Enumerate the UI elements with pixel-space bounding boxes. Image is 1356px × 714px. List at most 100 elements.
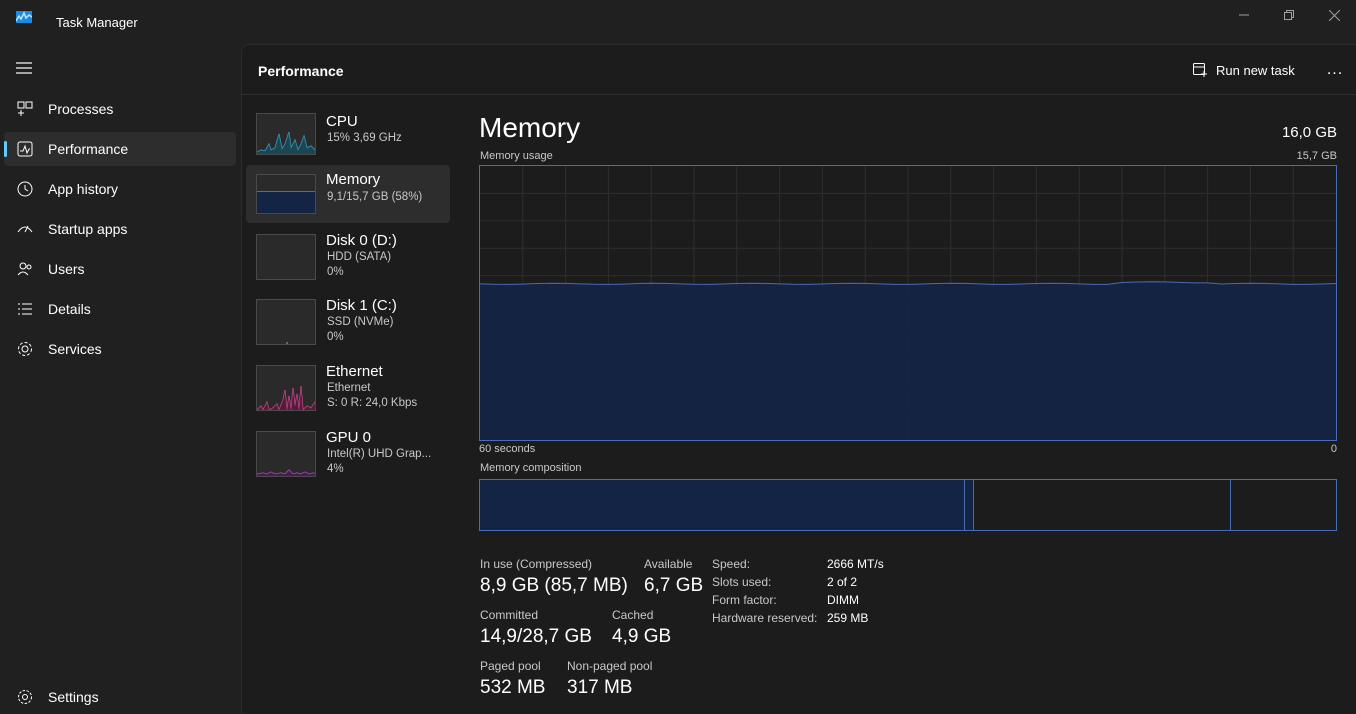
non-paged-pool-label: Non-paged pool [567, 659, 653, 673]
sidebar-item-label: App history [48, 181, 119, 197]
memory-total: 16,0 GB [1281, 124, 1337, 141]
device-item-disk-1[interactable]: Disk 1 (C:) SSD (NVMe) 0% [246, 292, 450, 348]
device-detail: HDD (SATA) [327, 251, 392, 263]
spec-form-factor-value: DIMM [827, 593, 859, 607]
performance-icon [17, 141, 33, 157]
sidebar-item-users[interactable]: Users [4, 252, 236, 286]
available-value: 6,7 GB [644, 575, 704, 596]
composition-modified [965, 480, 974, 530]
device-item-ethernet[interactable]: Ethernet Ethernet S: 0 R: 24,0 Kbps [246, 358, 450, 414]
run-task-icon [1193, 63, 1207, 77]
app-title: Task Manager [56, 15, 138, 30]
cached-label: Cached [612, 608, 654, 622]
sidebar-item-label: Performance [48, 141, 129, 157]
memory-composition-label: Memory composition [480, 462, 582, 474]
sidebar-item-label: Users [48, 261, 85, 277]
sidebar-item-label: Processes [48, 101, 114, 117]
main-panel: Performance Run new task ... CPU 15% 3,6… [241, 44, 1356, 713]
close-icon [1328, 9, 1340, 21]
memory-usage-label: Memory usage [480, 150, 553, 162]
device-usage: 4% [327, 463, 344, 475]
device-item-gpu-0[interactable]: GPU 0 Intel(R) UHD Grap... 4% [246, 424, 450, 480]
device-item-cpu[interactable]: CPU 15% 3,69 GHz [246, 106, 450, 162]
memory-thumbnail-graph [256, 174, 316, 214]
device-usage: S: 0 R: 24,0 Kbps [327, 397, 418, 409]
memory-usage-area [480, 281, 1336, 440]
restore-button[interactable] [1266, 0, 1312, 30]
close-button[interactable] [1311, 0, 1356, 30]
memory-title: Memory [479, 112, 581, 143]
startup-icon [17, 225, 33, 233]
performance-device-list: CPU 15% 3,69 GHz Memory 9,1/15,7 GB (58%… [242, 96, 457, 714]
sidebar-item-label: Settings [48, 689, 99, 705]
spec-hardware-reserved-label: Hardware reserved: [712, 611, 818, 625]
device-name: Disk 0 (D:) [326, 232, 397, 249]
memory-usage-graph-svg [480, 166, 1336, 440]
disk-1-thumbnail-graph [256, 299, 316, 345]
sidebar-item-startup-apps[interactable]: Startup apps [4, 212, 236, 246]
sidebar-item-processes[interactable]: Processes [4, 92, 236, 126]
device-item-disk-0[interactable]: Disk 0 (D:) HDD (SATA) 0% [246, 227, 450, 283]
details-icon [18, 303, 32, 315]
sidebar-item-services[interactable]: Services [4, 332, 236, 366]
restore-icon [1284, 10, 1294, 20]
processes-icon [17, 101, 33, 116]
services-icon [18, 342, 32, 356]
history-icon [17, 181, 33, 197]
spec-speed-value: 2666 MT/s [827, 557, 884, 571]
sidebar-item-settings[interactable]: Settings [4, 680, 236, 714]
composition-in-use [480, 480, 965, 530]
run-new-task-button[interactable]: Run new task [1192, 59, 1295, 81]
device-detail: 15% 3,69 GHz [327, 132, 402, 144]
paged-pool-value: 532 MB [480, 677, 546, 698]
spec-form-factor-label: Form factor: [712, 593, 777, 607]
memory-usage-max: 15,7 GB [1296, 150, 1337, 162]
device-usage: 0% [327, 266, 344, 278]
cached-value: 4,9 GB [612, 626, 672, 647]
device-detail: SSD (NVMe) [327, 316, 394, 328]
in-use-value: 8,9 GB (85,7 MB) [480, 575, 628, 596]
composition-free [1231, 480, 1336, 530]
run-new-task-label: Run new task [1216, 62, 1295, 78]
sidebar-item-app-history[interactable]: App history [4, 172, 236, 206]
sidebar: Processes Performance App history Startu… [0, 44, 240, 713]
title-bar: Task Manager [0, 0, 1356, 44]
spec-hardware-reserved-value: 259 MB [827, 611, 869, 625]
sidebar-item-label: Services [48, 341, 102, 357]
sidebar-item-details[interactable]: Details [4, 292, 236, 326]
memory-composition-bar [479, 479, 1337, 531]
device-name: Memory [326, 171, 381, 188]
non-paged-pool-value: 317 MB [567, 677, 633, 698]
main-header: Performance Run new task ... [242, 45, 1356, 95]
device-detail: Intel(R) UHD Grap... [327, 448, 432, 460]
committed-label: Committed [480, 608, 539, 622]
minimize-button[interactable] [1221, 0, 1267, 30]
paged-pool-label: Paged pool [480, 659, 541, 673]
page-title: Performance [258, 63, 344, 79]
memory-detail-pane: Memory 16,0 GB Memory usage 15,7 GB 60 s… [479, 96, 1337, 714]
composition-standby [974, 480, 1231, 530]
sidebar-item-label: Startup apps [48, 221, 128, 237]
memory-usage-graph [479, 165, 1337, 441]
disk-0-thumbnail-graph [256, 234, 316, 280]
graph-time-left: 60 seconds [479, 443, 536, 455]
device-item-memory[interactable]: Memory 9,1/15,7 GB (58%) [246, 165, 450, 223]
committed-value: 14,9/28,7 GB [480, 626, 592, 647]
sidebar-item-performance[interactable]: Performance [4, 132, 236, 166]
memory-thumbnail-fill [257, 190, 315, 213]
device-name: Ethernet [326, 363, 383, 380]
device-name: Disk 1 (C:) [326, 297, 397, 314]
sidebar-item-label: Details [48, 301, 91, 317]
spec-slots-value: 2 of 2 [827, 575, 858, 589]
ethernet-thumbnail-graph [256, 365, 316, 411]
available-label: Available [644, 557, 693, 571]
minimize-icon [1239, 14, 1249, 16]
hamburger-menu-icon[interactable] [14, 60, 34, 76]
graph-time-right: 0 [1330, 443, 1337, 455]
device-usage: 0% [327, 331, 344, 343]
task-manager-app-icon [16, 11, 32, 23]
device-detail: 9,1/15,7 GB (58%) [327, 191, 423, 203]
more-options-button[interactable]: ... [1324, 59, 1346, 81]
device-name: CPU [326, 113, 358, 130]
spec-slots-label: Slots used: [712, 575, 772, 589]
